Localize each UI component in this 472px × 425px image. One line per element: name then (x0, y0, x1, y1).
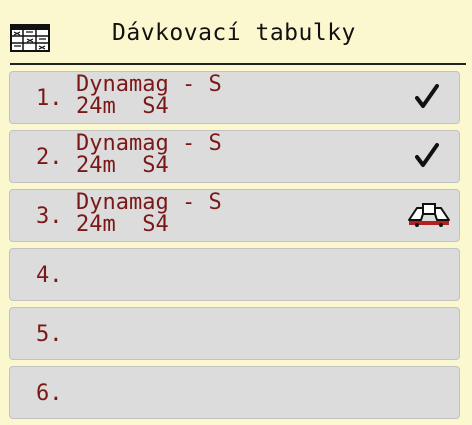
table-row-3[interactable]: 3. Dynamag - S 24m S4 (9, 189, 460, 242)
row-number: 5. (36, 322, 63, 347)
check-icon (415, 143, 439, 167)
row-number: 3. (36, 204, 63, 229)
table-row-1[interactable]: 1. Dynamag - S 24m S4 (9, 71, 460, 124)
table-row-4[interactable]: 4. (9, 248, 460, 301)
spreader-icon (408, 203, 450, 227)
row-name: Dynamag - S (76, 72, 222, 97)
row-number: 1. (36, 86, 63, 111)
row-number: 4. (36, 263, 63, 288)
row-spec: 24m S4 (76, 153, 169, 178)
row-spec: 24m S4 (76, 94, 169, 119)
table-row-5[interactable]: 5. (9, 307, 460, 360)
fertilizer-table-list: 1. Dynamag - S 24m S4 2. Dynamag - S 24m… (0, 0, 472, 425)
row-number: 2. (36, 145, 63, 170)
row-name: Dynamag - S (76, 190, 222, 215)
check-icon (415, 84, 439, 108)
row-spec: 24m S4 (76, 212, 169, 237)
row-name: Dynamag - S (76, 131, 222, 156)
table-row-2[interactable]: 2. Dynamag - S 24m S4 (9, 130, 460, 183)
table-row-6[interactable]: 6. (9, 366, 460, 419)
row-number: 6. (36, 381, 63, 406)
